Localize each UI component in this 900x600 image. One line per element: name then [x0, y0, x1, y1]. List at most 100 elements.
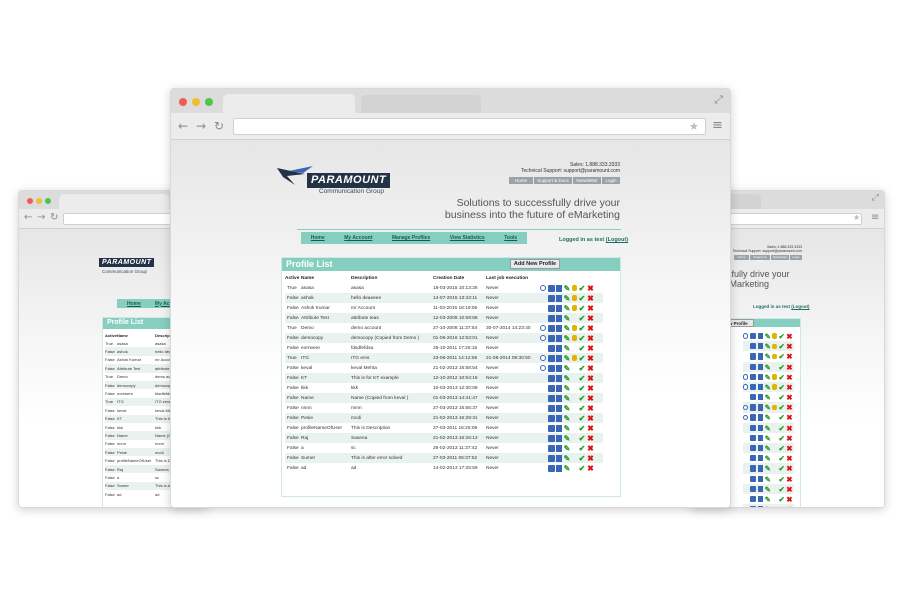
- lock-icon[interactable]: [572, 335, 577, 341]
- copy-icon[interactable]: [556, 434, 562, 442]
- copy-icon[interactable]: [556, 414, 562, 422]
- check-icon[interactable]: ✔: [579, 374, 586, 382]
- check-icon[interactable]: ✔: [778, 445, 784, 453]
- top-link-home[interactable]: Home: [734, 255, 749, 260]
- view-icon[interactable]: [743, 384, 749, 390]
- column-header-creation-date[interactable]: Creation Date: [433, 274, 486, 283]
- copy-icon[interactable]: [757, 434, 764, 442]
- copy-icon[interactable]: [757, 485, 764, 493]
- edit-icon[interactable]: ✎: [564, 304, 571, 312]
- edit-icon[interactable]: ✎: [765, 506, 771, 507]
- save-icon[interactable]: [749, 506, 757, 507]
- copy-icon[interactable]: [757, 363, 764, 370]
- lock-icon[interactable]: [772, 343, 777, 349]
- edit-icon[interactable]: ✎: [765, 475, 771, 483]
- delete-icon[interactable]: ✖: [786, 506, 792, 507]
- table-row[interactable]: False nnnn nnnn 27-03-2013 15:55:37 Never ✎ ✔ ✖: [285, 403, 603, 413]
- delete-icon[interactable]: ✖: [587, 344, 594, 352]
- copy-icon[interactable]: [556, 464, 562, 472]
- reload-icon[interactable]: ↻: [50, 213, 58, 223]
- delete-icon[interactable]: ✖: [587, 434, 594, 442]
- edit-icon[interactable]: ✎: [564, 364, 571, 372]
- check-icon[interactable]: ✔: [778, 343, 784, 351]
- check-icon[interactable]: ✔: [579, 334, 586, 342]
- check-icon[interactable]: ✔: [579, 454, 586, 462]
- nav-item-home[interactable]: Home: [127, 301, 141, 307]
- lock-icon[interactable]: [772, 374, 777, 380]
- edit-icon[interactable]: ✎: [564, 464, 571, 472]
- browser-tab[interactable]: [59, 194, 169, 209]
- copy-icon[interactable]: [556, 284, 562, 292]
- edit-icon[interactable]: ✎: [564, 294, 571, 302]
- view-icon[interactable]: [743, 414, 749, 421]
- save-icon[interactable]: [749, 495, 757, 503]
- delete-icon[interactable]: ✖: [587, 354, 594, 362]
- nav-item-my-account[interactable]: My Account: [344, 235, 372, 241]
- copy-icon[interactable]: [757, 353, 764, 360]
- edit-icon[interactable]: ✎: [765, 485, 771, 493]
- edit-icon[interactable]: ✎: [564, 314, 571, 322]
- edit-icon[interactable]: ✎: [564, 404, 571, 412]
- table-row[interactable]: Falsedemocopydemocopy (Copied from Demo …: [285, 333, 603, 343]
- table-row[interactable]: False Sumer This is after error solved 27-0…: [285, 453, 603, 463]
- table-row[interactable]: True ITG ITG ems 23-06-2011 14:12:56 21-08-2…: [285, 353, 603, 363]
- edit-icon[interactable]: ✎: [765, 455, 771, 463]
- save-icon[interactable]: [749, 373, 757, 380]
- delete-icon[interactable]: ✖: [587, 464, 594, 472]
- column-header-name[interactable]: Name: [117, 331, 155, 339]
- delete-icon[interactable]: ✖: [786, 373, 792, 381]
- edit-icon[interactable]: ✎: [564, 324, 571, 332]
- copy-icon[interactable]: [757, 383, 764, 391]
- nav-item-view-statistics[interactable]: View Statistics: [450, 235, 485, 241]
- table-row[interactable]: False KT This is for KT example 12-10-2012 …: [285, 373, 603, 383]
- copy-icon[interactable]: [556, 444, 562, 452]
- save-icon[interactable]: [749, 363, 757, 370]
- check-icon[interactable]: ✔: [778, 455, 784, 463]
- lock-icon[interactable]: [572, 355, 577, 361]
- delete-icon[interactable]: ✖: [587, 284, 594, 292]
- column-header-description[interactable]: Description: [351, 274, 433, 283]
- check-icon[interactable]: ✔: [778, 363, 784, 371]
- edit-icon[interactable]: ✎: [564, 424, 571, 432]
- check-icon[interactable]: ✔: [579, 394, 586, 402]
- bookmark-star-icon[interactable]: ★: [853, 214, 860, 222]
- lock-icon[interactable]: [772, 384, 777, 390]
- copy-icon[interactable]: [556, 374, 562, 382]
- save-icon[interactable]: [547, 334, 555, 342]
- edit-icon[interactable]: ✎: [765, 465, 771, 473]
- edit-icon[interactable]: ✎: [765, 394, 771, 402]
- edit-icon[interactable]: ✎: [765, 445, 771, 453]
- check-icon[interactable]: ✔: [778, 373, 784, 381]
- check-icon[interactable]: ✔: [579, 464, 586, 472]
- delete-icon[interactable]: ✖: [786, 424, 792, 432]
- add-new-profile-button[interactable]: Add New Profile: [510, 259, 560, 269]
- save-icon[interactable]: [547, 344, 555, 352]
- save-icon[interactable]: [749, 394, 757, 401]
- delete-icon[interactable]: ✖: [587, 414, 594, 422]
- delete-icon[interactable]: ✖: [786, 455, 792, 463]
- save-icon[interactable]: [749, 414, 757, 421]
- lock-icon[interactable]: [572, 295, 577, 301]
- minimize-dot-icon[interactable]: [36, 198, 42, 204]
- lock-icon[interactable]: [772, 353, 777, 360]
- copy-icon[interactable]: [757, 455, 764, 462]
- delete-icon[interactable]: ✖: [786, 404, 792, 412]
- copy-icon[interactable]: [556, 304, 562, 312]
- top-link-login[interactable]: Login: [602, 177, 620, 184]
- save-icon[interactable]: [749, 404, 757, 411]
- check-icon[interactable]: ✔: [579, 324, 586, 332]
- copy-icon[interactable]: [556, 354, 562, 362]
- save-icon[interactable]: [547, 314, 555, 322]
- forward-arrow-icon[interactable]: →: [196, 120, 206, 132]
- edit-icon[interactable]: ✎: [765, 343, 771, 351]
- view-icon[interactable]: [540, 325, 546, 331]
- delete-icon[interactable]: ✖: [587, 384, 594, 392]
- nav-item-manage-profiles[interactable]: Manage Profiles: [392, 235, 430, 241]
- table-row[interactable]: False Pesie mcdi 21-02-2013 16:29:31 Never ✎ ✔…: [285, 413, 603, 423]
- save-icon[interactable]: [749, 424, 757, 431]
- delete-icon[interactable]: ✖: [786, 343, 792, 351]
- check-icon[interactable]: ✔: [579, 414, 586, 422]
- check-icon[interactable]: ✔: [778, 434, 784, 442]
- delete-icon[interactable]: ✖: [786, 496, 792, 504]
- save-icon[interactable]: [749, 343, 757, 350]
